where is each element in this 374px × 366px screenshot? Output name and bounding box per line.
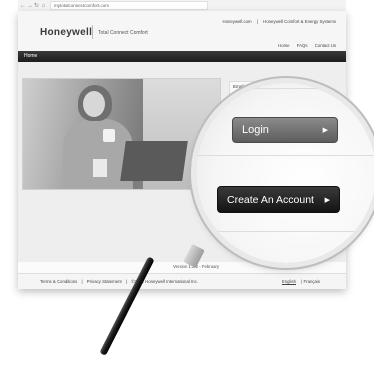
create-account-button[interactable]: Create An Account ▶	[217, 186, 340, 213]
address-bar[interactable]: mytotalconnectcomfort.com	[50, 1, 208, 10]
main-nav: Home	[18, 51, 346, 62]
lang-french[interactable]: Français	[304, 279, 320, 284]
play-arrow-icon: ▶	[324, 196, 330, 204]
person-face	[83, 91, 105, 117]
honeywell-logo[interactable]: Honeywell	[40, 27, 92, 38]
honeywell-com-link[interactable]: Honeywell.com	[222, 19, 251, 24]
contact-us-link[interactable]: Contact Us	[315, 43, 336, 48]
footer-links: Terms & Conditions | Privacy Statement |…	[40, 279, 201, 284]
hero-photo	[22, 78, 221, 190]
language-switcher: English | Français	[282, 279, 320, 284]
terms-link[interactable]: Terms & Conditions	[40, 279, 77, 284]
product-title: Total Connect Comfort	[98, 30, 148, 36]
faqs-link[interactable]: FAQs	[297, 43, 308, 48]
divider: |	[256, 19, 258, 24]
home-link[interactable]: Home	[278, 43, 289, 48]
logo-divider	[92, 25, 93, 39]
lens-divider	[196, 155, 374, 156]
nav-home[interactable]: Home	[24, 53, 37, 59]
lang-english[interactable]: English	[282, 279, 296, 284]
site-footer: Terms & Conditions | Privacy Statement |…	[18, 273, 346, 289]
top-links: Honeywell.com | Honeywell Comfort & Ener…	[218, 19, 336, 24]
play-arrow-icon: ▶	[322, 127, 328, 134]
forward-arrow-icon[interactable]: →	[27, 3, 33, 9]
cup-image	[93, 159, 107, 177]
utility-links: Home FAQs Contact Us	[272, 43, 336, 48]
lens-divider	[196, 231, 374, 232]
reload-icon[interactable]: ↻	[34, 2, 39, 9]
site-header: Honeywell Total Connect Comfort Honeywel…	[18, 11, 346, 51]
laptop-image	[120, 141, 188, 181]
magnifier-lens: Login ▶ Create An Account ▶	[196, 83, 374, 263]
footer-divider: |	[125, 279, 127, 284]
home-icon[interactable]: ⌂	[41, 3, 46, 9]
ces-link[interactable]: Honeywell Comfort & Energy Systems	[263, 19, 336, 24]
mug-image	[103, 129, 115, 142]
footer-divider: |	[301, 279, 303, 284]
create-account-label: Create An Account	[227, 193, 314, 206]
lens-divider	[196, 88, 374, 89]
login-button[interactable]: Login ▶	[232, 117, 338, 143]
back-arrow-icon[interactable]: ←	[20, 3, 26, 9]
footer-divider: |	[81, 279, 83, 284]
promo-illustration: ← → ↻ ⌂ mytotalconnectcomfort.com Honeyw…	[0, 0, 374, 366]
login-button-label: Login	[242, 124, 269, 136]
privacy-link[interactable]: Privacy Statement	[87, 279, 122, 284]
